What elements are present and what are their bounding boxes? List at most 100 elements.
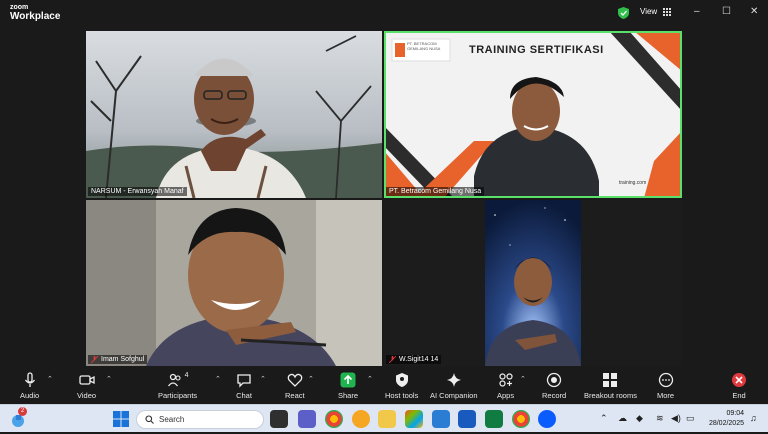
onedrive-icon[interactable]: ☁ bbox=[618, 413, 627, 424]
taskbar-search-box[interactable]: Search bbox=[136, 410, 264, 429]
participant-name-label: NARSUM - Erwansyah Manaf bbox=[88, 187, 187, 196]
show-hidden-icons-chevron-icon[interactable]: ⌃ bbox=[600, 413, 608, 424]
grid-icon bbox=[663, 7, 672, 16]
audio-button[interactable]: Audio bbox=[20, 372, 39, 400]
word-icon[interactable] bbox=[458, 410, 476, 428]
meeting-controls-toolbar: Audio ⌃ Video ⌃ 4 Participants ⌃ Chat ⌃ … bbox=[0, 368, 768, 404]
participant-name-label: Imam Sofghul bbox=[88, 355, 148, 364]
react-options-chevron-icon[interactable]: ⌃ bbox=[308, 375, 314, 383]
audio-label: Audio bbox=[20, 391, 40, 400]
app-icon[interactable] bbox=[405, 410, 423, 428]
react-label: React bbox=[285, 391, 305, 400]
share-screen-icon bbox=[340, 372, 356, 388]
store-icon[interactable] bbox=[432, 410, 450, 428]
apps-button[interactable]: Apps bbox=[497, 372, 514, 400]
video-options-chevron-icon[interactable]: ⌃ bbox=[106, 375, 112, 383]
microphone-icon bbox=[24, 372, 35, 387]
mic-muted-icon bbox=[389, 356, 396, 363]
participant-count: 4 bbox=[184, 372, 189, 379]
participant-name: Imam Sofghul bbox=[101, 356, 145, 363]
chat-options-chevron-icon[interactable]: ⌃ bbox=[260, 375, 266, 383]
battery-icon[interactable]: ▭ bbox=[686, 413, 695, 424]
widgets-icon[interactable]: 2 bbox=[10, 407, 28, 427]
share-options-chevron-icon[interactable]: ⌃ bbox=[367, 375, 373, 383]
participant-name-label: W.Sigit14 14 bbox=[386, 355, 442, 364]
video-tile-imam[interactable]: Imam Sofghul bbox=[86, 200, 382, 366]
mic-muted-icon bbox=[91, 356, 98, 363]
breakout-rooms-icon bbox=[603, 373, 618, 387]
participant-video bbox=[86, 200, 382, 366]
react-button[interactable]: React bbox=[285, 372, 305, 400]
clock-date: 28/02/2025 bbox=[708, 420, 744, 427]
security-shield-icon[interactable] bbox=[618, 6, 629, 24]
share-label: Share bbox=[338, 391, 359, 400]
host-tools-shield-icon bbox=[395, 373, 408, 387]
teams-icon[interactable] bbox=[298, 410, 316, 428]
chat-bubble-icon bbox=[237, 374, 251, 388]
participants-label: Participants bbox=[158, 391, 198, 400]
maximize-button[interactable]: ☐ bbox=[722, 7, 731, 17]
more-icon bbox=[658, 372, 673, 388]
end-meeting-button[interactable]: End bbox=[731, 372, 747, 400]
system-clock[interactable]: 09:04 28/02/2025 bbox=[700, 409, 744, 429]
participant-name-label: PT. Betracom Gemilang Nusa bbox=[386, 187, 485, 196]
chrome-icon[interactable] bbox=[325, 410, 343, 428]
audio-options-chevron-icon[interactable]: ⌃ bbox=[47, 375, 53, 383]
participants-options-chevron-icon[interactable]: ⌃ bbox=[215, 375, 221, 383]
end-label: End bbox=[732, 391, 746, 400]
video-tile-sigit[interactable]: W.Sigit14 14 bbox=[384, 200, 682, 366]
breakout-rooms-button[interactable]: Breakout rooms bbox=[584, 372, 637, 400]
end-call-icon bbox=[732, 373, 746, 387]
video-tile-betracom[interactable]: PT. BETRACOM GEMILANG NUSA TRAINING SERT… bbox=[384, 31, 682, 198]
slide-brand: PT. BETRACOM GEMILANG NUSA bbox=[407, 41, 441, 51]
notifications-bell-icon[interactable]: ♫ bbox=[750, 413, 757, 423]
zoom-app-icon[interactable] bbox=[538, 410, 556, 428]
windows-logo-icon bbox=[113, 411, 129, 427]
notification-badge: 2 bbox=[18, 407, 27, 416]
tray-app-icon[interactable]: ◆ bbox=[636, 413, 643, 424]
heart-icon bbox=[287, 373, 303, 387]
task-view-icon[interactable] bbox=[270, 410, 288, 428]
participant-name: PT. Betracom Gemilang Nusa bbox=[389, 188, 482, 195]
minimize-button[interactable]: – bbox=[694, 7, 700, 17]
video-label: Video bbox=[77, 391, 97, 400]
more-label: More bbox=[657, 391, 675, 400]
slide-title: TRAINING SERTIFIKASI bbox=[469, 44, 604, 56]
zoom-logo: zoom Workplace bbox=[10, 4, 60, 22]
participant-name: NARSUM - Erwansyah Manaf bbox=[91, 188, 184, 195]
ai-companion-button[interactable]: AI Companion bbox=[430, 372, 478, 400]
search-icon bbox=[145, 415, 154, 424]
view-button[interactable]: View bbox=[640, 7, 672, 16]
view-label: View bbox=[640, 7, 658, 16]
more-button[interactable]: More bbox=[657, 372, 674, 400]
wifi-icon[interactable]: ≋ bbox=[656, 413, 664, 424]
participant-video bbox=[86, 31, 382, 198]
start-button[interactable] bbox=[112, 410, 130, 428]
apps-options-chevron-icon[interactable]: ⌃ bbox=[520, 375, 526, 383]
breakout-rooms-label: Breakout rooms bbox=[584, 391, 637, 400]
host-tools-button[interactable]: Host tools bbox=[385, 372, 418, 400]
participant-video bbox=[485, 200, 581, 366]
apps-icon bbox=[498, 373, 513, 387]
brand-large: Workplace bbox=[10, 11, 61, 22]
volume-icon[interactable]: ◀) bbox=[671, 413, 681, 424]
participants-button[interactable]: 4 Participants bbox=[158, 372, 197, 400]
title-bar: zoom Workplace View – ☐ ✕ bbox=[0, 0, 768, 28]
record-icon bbox=[546, 372, 562, 388]
video-tile-narsum[interactable]: NARSUM - Erwansyah Manaf bbox=[86, 31, 382, 198]
video-button[interactable]: Video bbox=[77, 372, 96, 400]
video-gallery: NARSUM - Erwansyah Manaf PT. BETRACOM GE… bbox=[0, 28, 768, 368]
excel-icon[interactable] bbox=[485, 410, 503, 428]
clock-time: 09:04 bbox=[726, 410, 744, 417]
ai-companion-label: AI Companion bbox=[430, 391, 478, 400]
windows-taskbar: 2 Search ⌃ ☁ ◆ ≋ ◀) ▭ 09:04 28/02/2025 ♫ bbox=[0, 404, 768, 432]
share-button[interactable]: Share bbox=[338, 372, 358, 400]
chat-button[interactable]: Chat bbox=[236, 372, 252, 400]
slide-url: training.com bbox=[619, 180, 647, 186]
record-button[interactable]: Record bbox=[542, 372, 566, 400]
firefox-icon[interactable] bbox=[352, 410, 370, 428]
file-explorer-icon[interactable] bbox=[378, 410, 396, 428]
host-tools-label: Host tools bbox=[385, 391, 419, 400]
chrome-profile-icon[interactable] bbox=[512, 410, 530, 428]
close-window-button[interactable]: ✕ bbox=[750, 7, 758, 17]
